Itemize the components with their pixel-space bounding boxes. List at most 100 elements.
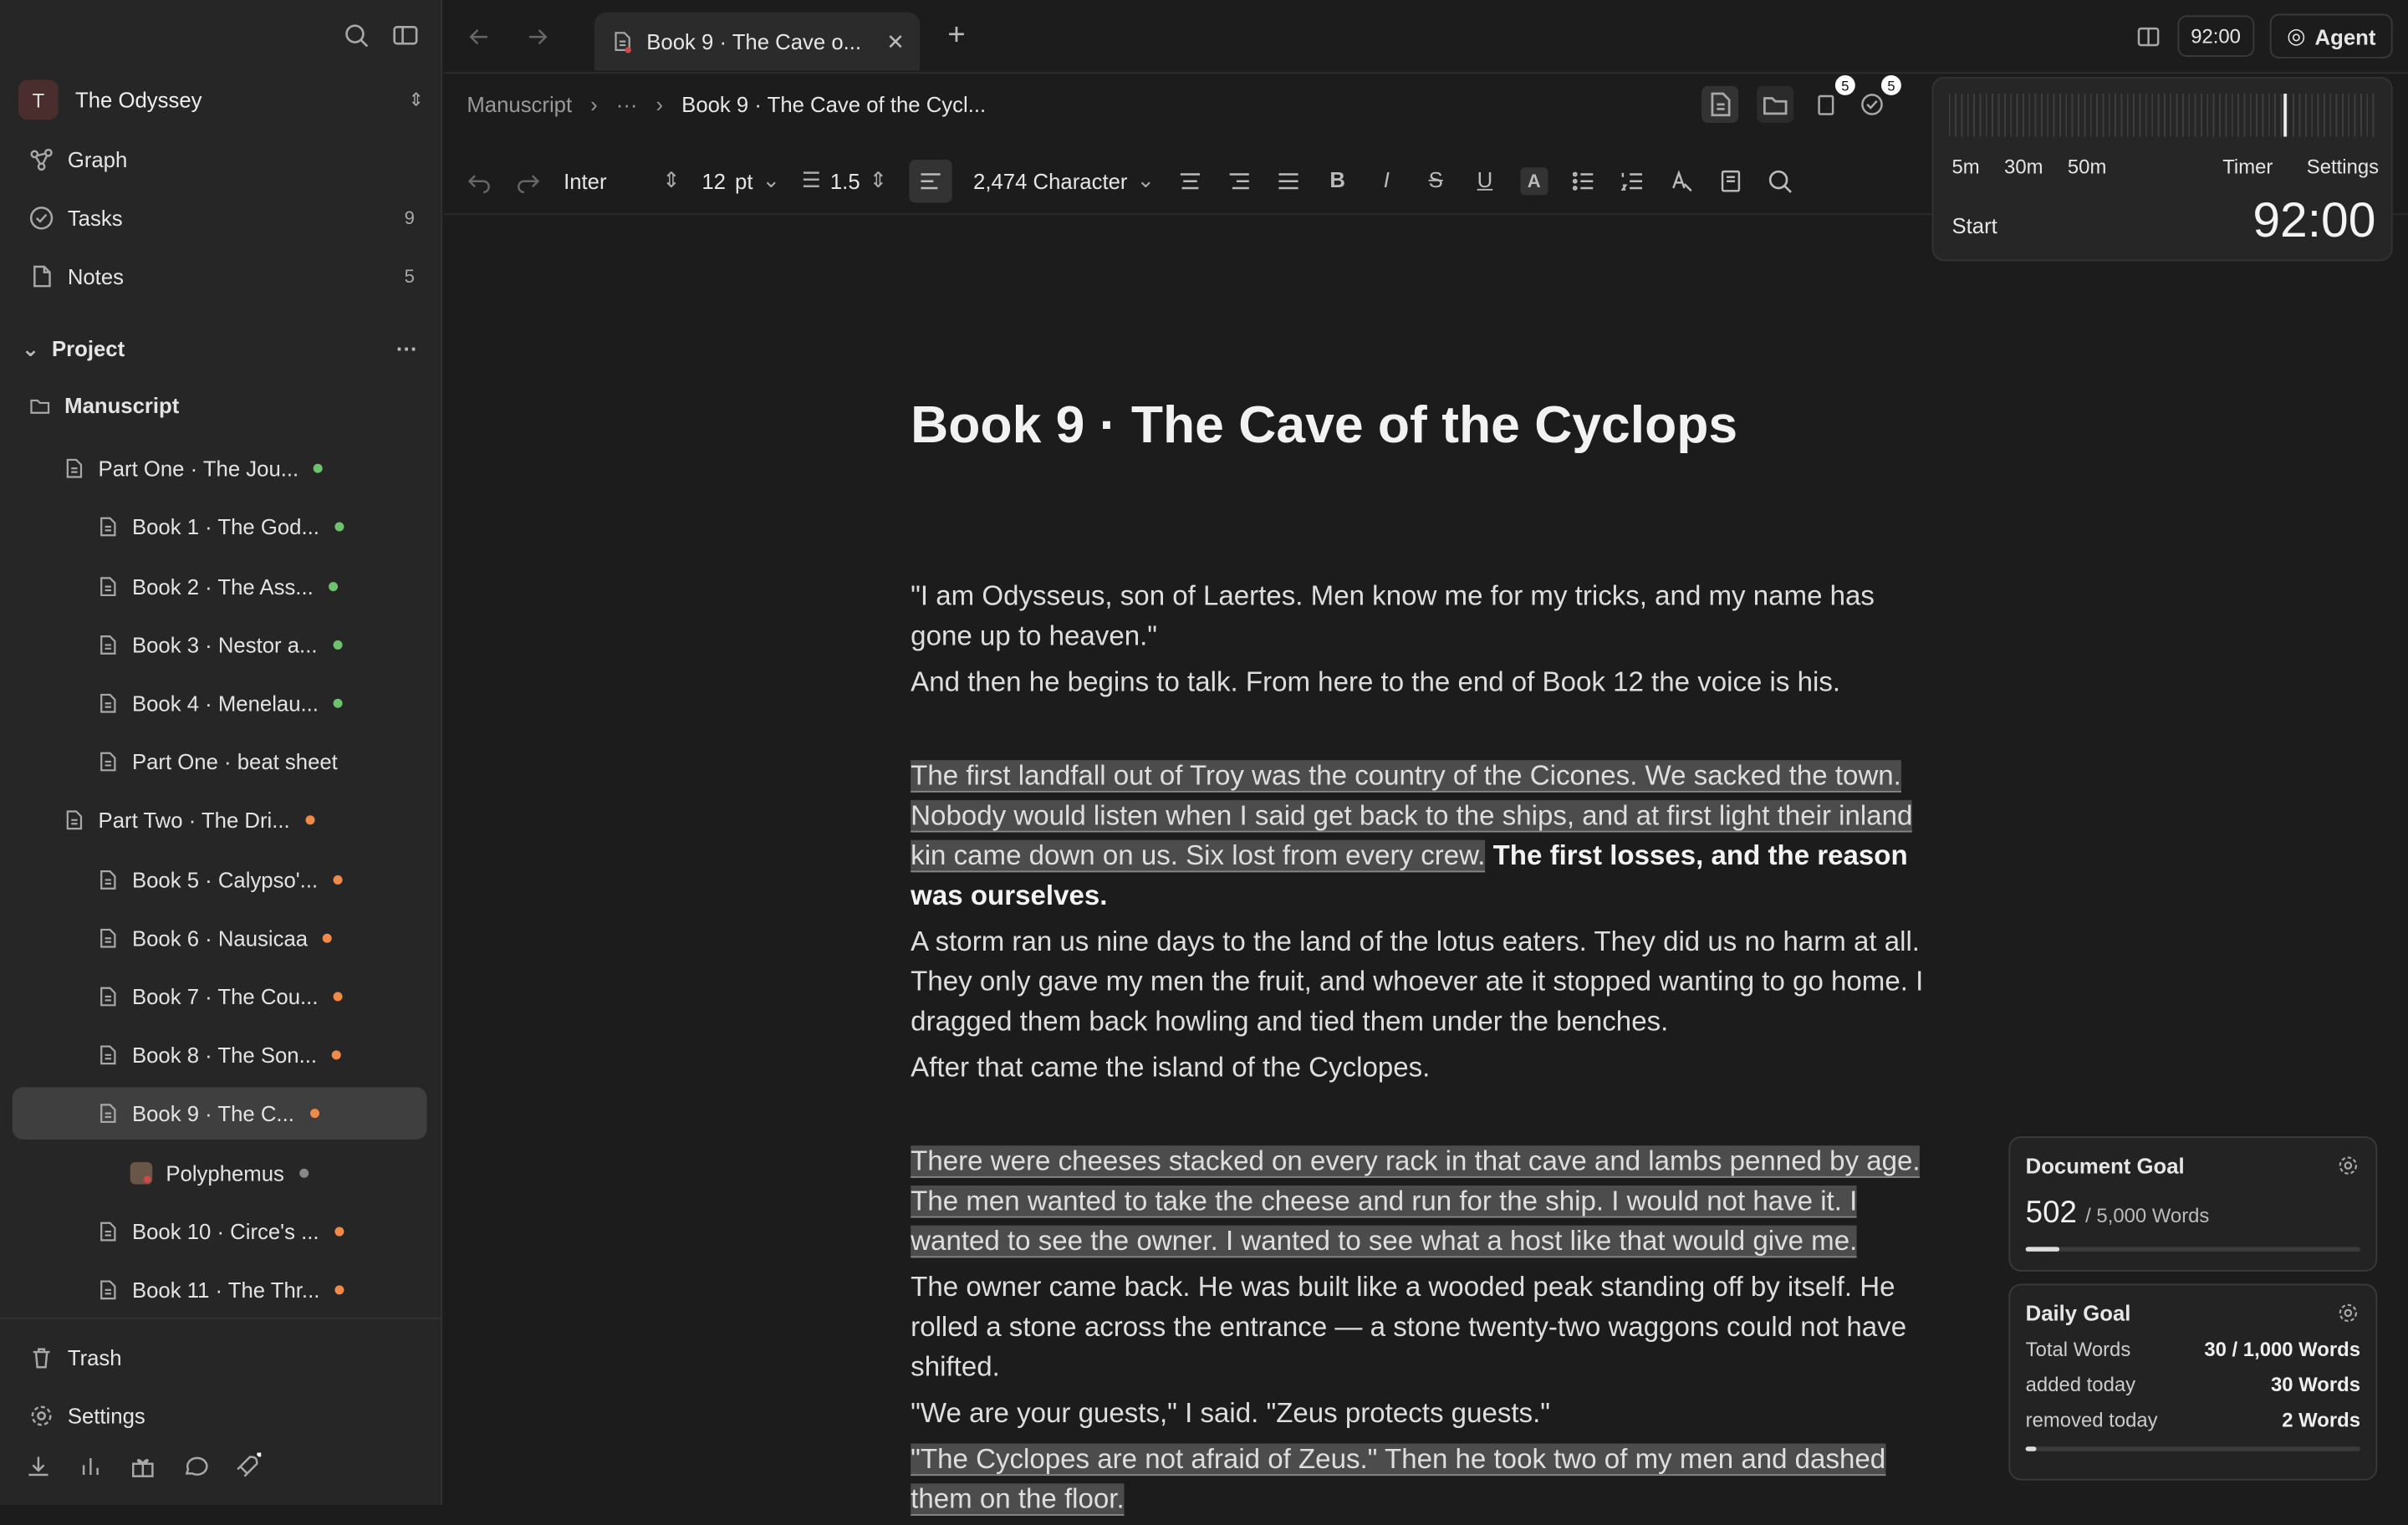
tree-item[interactable]: Book 3 · Nestor a... bbox=[95, 619, 342, 671]
stats-icon[interactable] bbox=[77, 1453, 105, 1481]
redo-icon[interactable] bbox=[514, 166, 542, 194]
numbered-list-icon[interactable] bbox=[1619, 166, 1646, 194]
folder-icon[interactable] bbox=[1757, 85, 1794, 123]
nav-label: Graph bbox=[67, 147, 128, 172]
bold-icon[interactable]: B bbox=[1324, 166, 1351, 194]
agent-button[interactable]: ◎ Agent bbox=[2269, 13, 2393, 59]
bullet-list-icon[interactable] bbox=[1569, 166, 1597, 194]
tree-item[interactable]: Book 9 · The C... bbox=[12, 1088, 427, 1140]
close-icon[interactable]: ✕ bbox=[886, 28, 905, 54]
project-section-header[interactable]: ⌄ Project ··· bbox=[22, 332, 418, 365]
back-arrow-icon[interactable] bbox=[466, 23, 493, 51]
tree-item[interactable]: Polyphemus bbox=[129, 1146, 309, 1198]
chat-icon[interactable] bbox=[181, 1453, 209, 1481]
document-icon bbox=[95, 691, 120, 716]
find-icon[interactable] bbox=[1766, 166, 1793, 194]
more-icon[interactable]: ··· bbox=[396, 336, 418, 360]
start-button[interactable]: Start bbox=[1951, 213, 1997, 237]
tree-item[interactable]: Part Two · The Dri... bbox=[61, 794, 315, 846]
tasks-check-icon[interactable]: 5 bbox=[1858, 74, 1901, 118]
paragraph[interactable]: There were cheeses stacked on every rack… bbox=[911, 1141, 1940, 1261]
gear-icon[interactable] bbox=[2336, 1301, 2360, 1325]
italic-icon[interactable]: I bbox=[1373, 166, 1400, 194]
goal-title: Daily Goal bbox=[2025, 1300, 2131, 1326]
split-view-icon[interactable] bbox=[2134, 23, 2161, 50]
gift-icon[interactable] bbox=[129, 1453, 156, 1481]
paragraph[interactable]: After that came the island of the Cyclop… bbox=[911, 1048, 1940, 1088]
justify-icon[interactable] bbox=[1274, 166, 1302, 194]
preset-30m[interactable]: 30m bbox=[2004, 156, 2043, 179]
timer-ruler[interactable] bbox=[1948, 94, 2380, 137]
breadcrumb-ellipsis[interactable]: ··· bbox=[616, 92, 638, 116]
forward-arrow-icon[interactable] bbox=[523, 23, 551, 51]
underline-icon[interactable]: U bbox=[1471, 166, 1498, 194]
book-icon[interactable] bbox=[1717, 166, 1744, 194]
tree-item[interactable]: Book 8 · The Son... bbox=[95, 1029, 342, 1081]
text-color-icon[interactable]: A bbox=[1520, 166, 1548, 195]
highlighted-text[interactable]: There were cheeses stacked on every rack… bbox=[911, 1145, 1921, 1258]
nav-graph[interactable]: Graph bbox=[28, 143, 415, 176]
document-title[interactable]: Book 9 · The Cave of the Cyclops bbox=[911, 396, 1940, 456]
font-select[interactable]: Inter ⇕ bbox=[564, 167, 681, 193]
nav-notes[interactable]: Notes 5 bbox=[28, 259, 415, 293]
document-icon bbox=[95, 926, 120, 950]
paragraph[interactable]: And then he begins to talk. From here to… bbox=[911, 662, 1940, 702]
tree-item[interactable]: Book 2 · The Ass... bbox=[95, 560, 339, 612]
document-icon bbox=[95, 750, 120, 774]
download-icon[interactable] bbox=[24, 1453, 52, 1481]
breadcrumb-current[interactable]: Book 9 · The Cave of the Cycl... bbox=[681, 92, 986, 116]
tab-timer[interactable]: Timer bbox=[2222, 156, 2273, 179]
align-center-icon[interactable] bbox=[1176, 166, 1204, 194]
paragraph[interactable]: A storm ran us nine days to the land of … bbox=[911, 921, 1940, 1041]
tree-item[interactable]: Part One · beat sheet bbox=[95, 736, 338, 788]
tree-item[interactable]: Book 1 · The God... bbox=[95, 501, 344, 553]
tree-item[interactable]: Book 6 · Nausicaa bbox=[95, 912, 333, 964]
document-editor[interactable]: Book 9 · The Cave of the Cyclops "I am O… bbox=[911, 396, 1940, 1525]
tree-item[interactable]: Book 7 · The Cou... bbox=[95, 971, 343, 1023]
search-icon[interactable] bbox=[343, 22, 370, 49]
document-goal-card: Document Goal 502 / 5,000 Words bbox=[2008, 1136, 2378, 1272]
paragraph[interactable]: The owner came back. He was built like a… bbox=[911, 1267, 1940, 1386]
tree-item[interactable]: Book 10 · Circe's ... bbox=[95, 1205, 344, 1257]
pages-icon[interactable]: 5 bbox=[1812, 74, 1855, 118]
tree-item[interactable]: Book 4 · Menelau... bbox=[95, 677, 344, 729]
tree-item[interactable]: Manuscript bbox=[28, 380, 179, 431]
new-tab-icon[interactable]: + bbox=[947, 18, 965, 54]
font-size-select[interactable]: 12 pt ⌄ bbox=[701, 167, 780, 193]
timer-chip[interactable]: 92:00 bbox=[2176, 15, 2255, 57]
align-right-icon[interactable] bbox=[1226, 166, 1253, 194]
tab-book-9[interactable]: Book 9 · The Cave o... ✕ bbox=[594, 12, 921, 71]
preset-50m[interactable]: 50m bbox=[2068, 156, 2106, 179]
tree-item[interactable]: Part One · The Jou... bbox=[61, 442, 324, 494]
align-left-icon[interactable] bbox=[908, 159, 952, 202]
tree-item[interactable]: Book 11 · The Thr... bbox=[95, 1264, 344, 1316]
strikethrough-icon[interactable]: S bbox=[1422, 166, 1450, 194]
document-view-icon[interactable] bbox=[1701, 85, 1739, 123]
project-switcher[interactable]: T The Odyssey ⇕ bbox=[18, 79, 424, 120]
nav-tasks[interactable]: Tasks 9 bbox=[28, 201, 415, 235]
section-label: Project bbox=[51, 336, 125, 361]
gear-icon[interactable] bbox=[2336, 1153, 2360, 1177]
tree-item-label: Part One · The Jou... bbox=[98, 456, 299, 482]
rocket-icon[interactable] bbox=[233, 1451, 263, 1481]
document-icon bbox=[95, 515, 120, 539]
preset-5m[interactable]: 5m bbox=[1951, 156, 1979, 179]
tree-item[interactable]: Book 5 · Calypso'... bbox=[95, 853, 343, 905]
tree-item-label: Polyphemus bbox=[166, 1160, 284, 1186]
paragraph[interactable]: "We are your guests," I said. "Zeus prot… bbox=[911, 1393, 1940, 1433]
paragraph[interactable]: "I am Odysseus, son of Laertes. Men know… bbox=[911, 576, 1940, 656]
paragraph[interactable]: The first landfall out of Troy was the c… bbox=[911, 756, 1940, 916]
line-height-icon: ☰ bbox=[801, 167, 821, 192]
paragraph[interactable]: "The Cyclopes are not afraid of Zeus." T… bbox=[911, 1439, 1940, 1519]
breadcrumb-root[interactable]: Manuscript bbox=[467, 92, 572, 116]
clear-format-icon[interactable] bbox=[1668, 166, 1696, 194]
nav-trash[interactable]: Trash bbox=[28, 1340, 415, 1374]
line-height-select[interactable]: ☰ 1.5 ⇕ bbox=[802, 167, 887, 193]
count-select[interactable]: 2,474 Character ⌄ bbox=[973, 167, 1155, 193]
sidebar-toggle-icon[interactable] bbox=[391, 22, 419, 49]
undo-icon[interactable] bbox=[466, 166, 493, 194]
nav-settings[interactable]: Settings bbox=[28, 1399, 415, 1432]
tab-timer-settings[interactable]: Settings bbox=[2307, 156, 2379, 179]
document-icon bbox=[61, 808, 85, 833]
timer-indicator[interactable] bbox=[2283, 94, 2288, 137]
